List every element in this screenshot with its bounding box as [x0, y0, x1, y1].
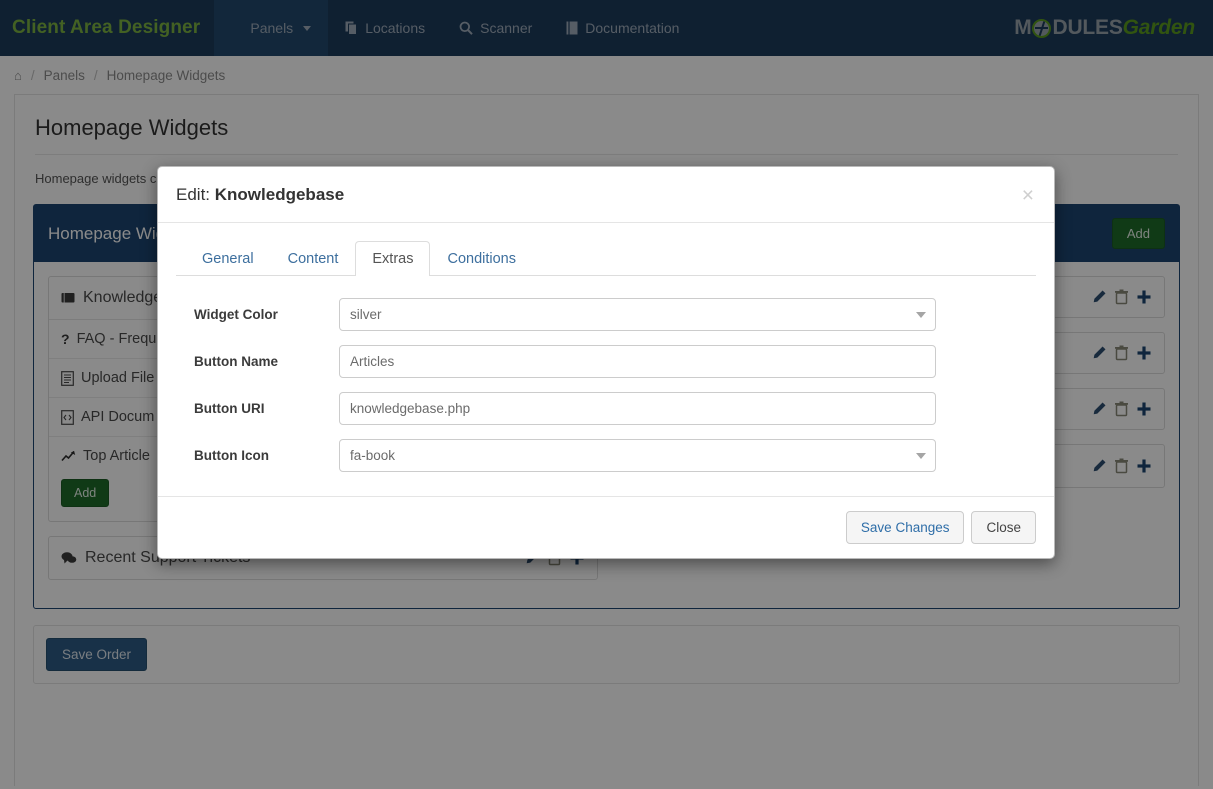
modal-header: Edit: Knowledgebase ×: [158, 167, 1054, 223]
button-uri-input[interactable]: knowledgebase.php: [339, 392, 936, 425]
form-row-button-name: Button Name Articles: [176, 345, 1036, 378]
widget-color-label: Widget Color: [176, 307, 339, 322]
widget-color-select[interactable]: silver: [339, 298, 936, 331]
chevron-down-icon: [916, 312, 926, 318]
button-icon-select[interactable]: fa-book: [339, 439, 936, 472]
form-row-button-uri: Button URI knowledgebase.php: [176, 392, 1036, 425]
chevron-down-icon: [916, 453, 926, 459]
edit-widget-modal: Edit: Knowledgebase × General Content Ex…: [157, 166, 1055, 559]
button-uri-value: knowledgebase.php: [350, 401, 470, 416]
tab-conditions[interactable]: Conditions: [430, 241, 533, 276]
tab-content[interactable]: Content: [271, 241, 356, 276]
form-row-button-icon: Button Icon fa-book: [176, 439, 1036, 472]
tab-general[interactable]: General: [185, 241, 271, 276]
form-row-widget-color: Widget Color silver: [176, 298, 1036, 331]
button-uri-label: Button URI: [176, 401, 339, 416]
modal-title: Edit: Knowledgebase: [176, 185, 344, 205]
tab-extras[interactable]: Extras: [355, 241, 430, 276]
button-name-input[interactable]: Articles: [339, 345, 936, 378]
close-x-icon[interactable]: ×: [1020, 185, 1036, 206]
button-name-label: Button Name: [176, 354, 339, 369]
modal-footer: Save Changes Close: [158, 496, 1054, 558]
button-name-value: Articles: [350, 354, 394, 369]
modal-title-name: Knowledgebase: [215, 185, 344, 204]
button-icon-label: Button Icon: [176, 448, 339, 463]
modal-tabs: General Content Extras Conditions: [176, 241, 1036, 276]
close-button[interactable]: Close: [971, 511, 1036, 544]
widget-color-value: silver: [350, 307, 382, 322]
button-icon-value: fa-book: [350, 448, 395, 463]
modal-body: General Content Extras Conditions Widget…: [158, 223, 1054, 496]
modal-title-prefix: Edit:: [176, 185, 210, 204]
save-changes-button[interactable]: Save Changes: [846, 511, 965, 544]
